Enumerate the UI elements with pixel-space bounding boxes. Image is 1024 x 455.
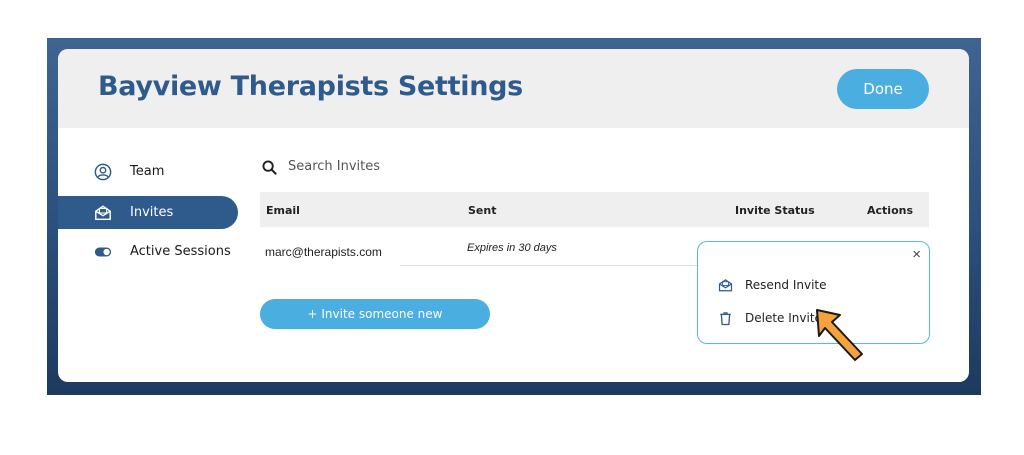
resend-invite-menu-item[interactable]: Resend Invite	[718, 276, 908, 296]
search-icon	[262, 160, 277, 175]
search-input[interactable]	[286, 158, 540, 175]
toggle-icon	[94, 247, 112, 256]
invite-sent: Expires in 30 days	[467, 242, 557, 254]
sidebar-item-team[interactable]: Team	[58, 155, 238, 188]
sidebar-item-invites[interactable]: Invites	[58, 196, 238, 229]
trash-icon	[720, 312, 731, 326]
settings-card: Bayview Therapists Settings Done Team In…	[58, 49, 969, 382]
column-header-email: Email	[266, 204, 300, 217]
envelope-open-icon	[95, 204, 111, 220]
column-header-sent: Sent	[468, 204, 497, 217]
delete-invite-menu-item[interactable]: Delete Invite	[718, 309, 908, 329]
header-bar: Bayview Therapists Settings Done	[58, 49, 969, 128]
page-title: Bayview Therapists Settings	[98, 71, 523, 102]
close-icon[interactable]: ×	[912, 246, 921, 263]
table-header: Email Sent Invite Status Actions	[260, 192, 929, 227]
done-button[interactable]: Done	[837, 69, 929, 109]
column-header-invite-status: Invite Status	[735, 204, 815, 217]
sidebar-item-label: Team	[130, 164, 165, 179]
sidebar-item-label: Invites	[130, 205, 174, 220]
menu-item-label: Resend Invite	[745, 278, 827, 292]
sidebar-item-label: Active Sessions	[130, 244, 231, 259]
user-circle-icon	[94, 163, 112, 180]
column-header-actions: Actions	[867, 204, 913, 217]
invite-someone-new-button[interactable]: + Invite someone new	[260, 299, 490, 329]
invite-email: marc@therapists.com	[265, 245, 382, 259]
pointer-arrow-icon	[816, 309, 863, 361]
menu-item-label: Delete Invite	[745, 311, 822, 325]
search-bar	[262, 158, 562, 178]
envelope-open-icon	[718, 279, 733, 292]
sidebar-item-active-sessions[interactable]: Active Sessions	[58, 235, 238, 268]
